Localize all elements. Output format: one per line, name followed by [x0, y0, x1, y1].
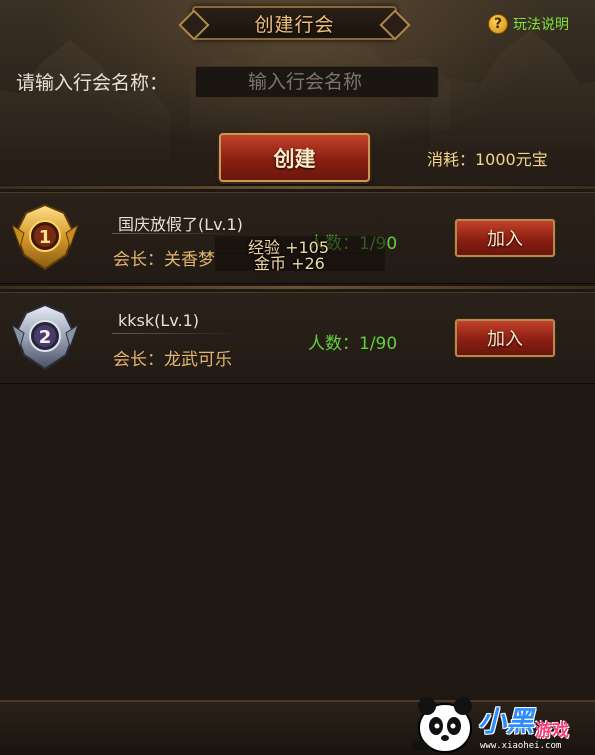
join-guild-button[interactable]: 加入 [455, 219, 555, 257]
watermark-url: www.xiaohei.com [480, 741, 562, 751]
name-underline [112, 233, 242, 234]
gold-rank-badge-icon: 1 [12, 203, 78, 271]
silver-rank-badge-icon: 2 [12, 303, 78, 371]
title-plate: 创建行会 [192, 6, 397, 40]
divider [0, 186, 595, 189]
svg-text:2: 2 [39, 327, 52, 348]
create-cost-text: 消耗：1000元宝 [427, 150, 548, 169]
svg-text:1: 1 [39, 227, 52, 248]
page-title: 创建行会 [254, 13, 335, 36]
guild-name: kksk(Lv.1) [118, 311, 200, 330]
create-guild-button[interactable]: 创建 [219, 133, 370, 182]
watermark-brand: 小黑 [478, 705, 535, 738]
guild-member-count: 人数：1/90 [308, 334, 398, 354]
guild-name: 国庆放假了(Lv.1) [118, 215, 243, 234]
background-building-left [0, 40, 170, 160]
question-icon: ? [488, 14, 508, 34]
guild-row: 2 kksk(Lv.1) 会长：龙武可乐 人数：1/90 加入 [0, 292, 595, 384]
guild-name-input[interactable] [195, 66, 439, 98]
gold-reward-text: 金币 +26 [254, 254, 325, 273]
watermark-sub: 游戏 [535, 721, 569, 741]
join-guild-button[interactable]: 加入 [455, 319, 555, 357]
name-underline [112, 333, 242, 334]
help-link[interactable]: ? 玩法说明 [488, 14, 569, 34]
help-label: 玩法说明 [513, 17, 569, 33]
divider [0, 286, 595, 289]
guild-leader: 会长：关香梦 [113, 250, 215, 270]
background-building-right [430, 30, 595, 150]
guild-name-label: 请输入行会名称： [16, 72, 169, 94]
guild-leader: 会长：龙武可乐 [113, 350, 232, 370]
